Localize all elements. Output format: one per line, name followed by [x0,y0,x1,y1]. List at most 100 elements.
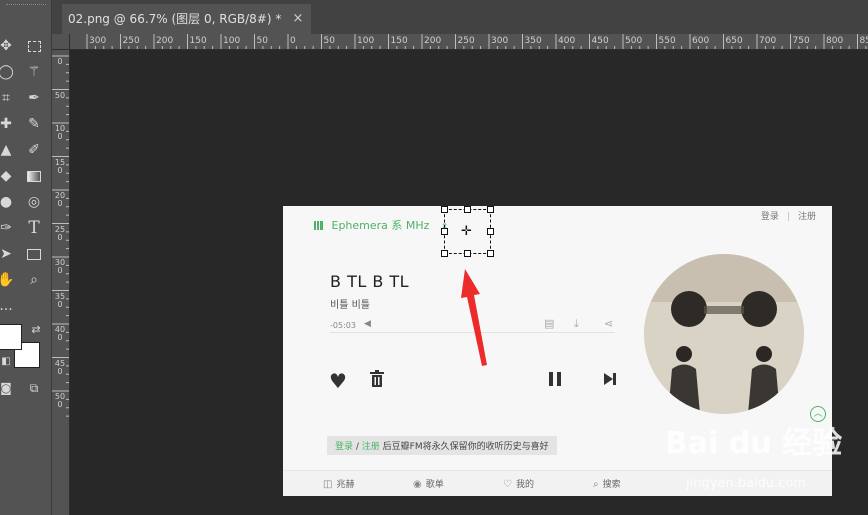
time-remaining: -05:03 [330,321,356,330]
nav-item-channels[interactable]: ◫ 兆赫 [323,477,354,490]
playlist-icon: ◉ [413,479,422,490]
move-tool-icon[interactable]: ✥ [0,36,16,56]
ruler-top-label: 700 [759,36,777,46]
quick-mask-icon[interactable]: ◙ [0,378,16,398]
lyrics-icon[interactable]: ▤ [544,317,554,330]
ruler-left-ticks [52,55,69,417]
document-tab-bar: 02.png @ 66.7% (图层 0, RGB/8#) * × [52,0,868,34]
hint-register-link[interactable]: 注册 [362,442,380,452]
transform-bounding-box[interactable]: ✛ [441,206,494,257]
ruler-top-label: 100 [223,36,241,46]
ruler-left[interactable]: 0 50 100 150 200 250 300 350 400 450 500 [52,50,70,515]
ruler-left-label: 300 [54,258,66,275]
nav-label: 我的 [515,480,534,490]
ruler-top-label: 0 [290,36,296,46]
ruler-top-label: 650 [725,36,743,46]
signal-bars-icon [314,221,323,230]
gradient-tool-icon[interactable] [24,166,44,186]
ruler-top-label: 200 [424,36,442,46]
transform-handle-top-right[interactable] [487,206,494,213]
volume-icon[interactable]: ◀ [364,319,371,329]
search-icon: ⌕ [593,479,599,490]
pen-tool-icon[interactable]: ✑ [0,218,16,238]
hand-tool-icon[interactable]: ✋ [0,270,16,290]
share-icon[interactable]: ⋖ [604,317,613,330]
channel-selector[interactable]: Ephemera 系 MHz ⇳ [314,217,449,233]
default-colors-icon[interactable]: ◧ [0,352,16,372]
annotation-arrow-icon [461,269,487,366]
magic-wand-tool-icon[interactable]: ⚚ [24,62,44,82]
lasso-tool-icon[interactable]: ◯ [0,62,16,82]
healing-brush-tool-icon[interactable]: ✚ [0,114,16,134]
close-icon[interactable]: × [292,4,303,34]
nav-item-mine[interactable]: ♡ 我的 [503,477,534,490]
zoom-tool-icon[interactable]: ⌕ [24,270,44,290]
transform-handle-bottom-left[interactable] [441,250,448,257]
auth-separator: | [786,212,790,222]
history-brush-tool-icon[interactable]: ✐ [24,140,44,160]
ruler-left-label: 200 [54,191,66,208]
rectangle-tool-icon[interactable] [24,244,44,264]
ruler-left-label: 0 [57,57,63,66]
screen-mode-icon[interactable]: ⧉ [24,378,44,398]
nav-item-playlists[interactable]: ◉ 歌单 [413,477,444,490]
ruler-left-label: 450 [54,358,66,376]
auth-links: 登录 | 注册 [761,209,816,222]
album-cover[interactable] [644,254,804,414]
ruler-left-label: 350 [54,291,66,309]
download-icon[interactable]: ⤓ [574,317,579,331]
swap-colors-icon[interactable]: ⇄ [26,320,46,340]
ruler-corner[interactable] [52,34,70,50]
reference-point-icon[interactable]: ✛ [461,225,472,238]
baidu-watermark-logo: Bai du 经验 [665,426,843,461]
transform-handle-left[interactable] [441,228,448,235]
ruler-top-label: 150 [189,36,207,46]
pause-icon[interactable] [546,370,564,392]
clone-stamp-tool-icon[interactable]: ▲ [0,140,16,160]
ruler-top-label: 300 [491,36,509,46]
ruler-top-label: 50 [256,36,268,46]
ruler-left-label: 250 [54,224,66,242]
foreground-color-swatch[interactable] [0,324,22,350]
ruler-left-label: 500 [54,392,66,409]
like-heart-icon[interactable]: ♥ [329,370,347,392]
ruler-top-label: 500 [625,36,643,46]
transform-handle-bottom-right[interactable] [487,250,494,257]
transform-handle-bottom[interactable] [464,250,471,257]
transform-handle-right[interactable] [487,228,494,235]
document-tab-title: 02.png @ 66.7% (图层 0, RGB/8#) * [68,12,282,26]
brush-tool-icon[interactable]: ✎ [24,114,44,134]
transform-handle-top-left[interactable] [441,206,448,213]
eraser-tool-icon[interactable]: ◆ [0,166,16,186]
next-track-icon[interactable] [601,370,619,392]
dodge-tool-icon[interactable]: ◎ [24,192,44,212]
ruler-left-label: 100 [54,124,66,141]
panel-grip[interactable] [6,4,46,8]
more-tools-icon[interactable]: ... [0,296,16,316]
trash-icon[interactable] [369,370,385,394]
nav-label: 兆赫 [336,480,355,490]
ruler-top-label: 350 [524,36,542,46]
blur-tool-icon[interactable]: ● [0,192,16,212]
register-link[interactable]: 注册 [798,212,816,222]
login-link[interactable]: 登录 [761,212,779,222]
marquee-tool-icon[interactable] [24,36,44,56]
nav-item-search[interactable]: ⌕ 搜索 [593,477,621,490]
ruler-top-label: 550 [658,36,676,46]
hint-login-link[interactable]: 登录 [335,442,353,452]
transform-handle-top[interactable] [464,206,471,213]
ruler-top-label: 450 [591,36,609,46]
channel-name: Ephemera 系 MHz [331,219,430,232]
ruler-top-label: 750 [792,36,810,46]
eyedropper-tool-icon[interactable]: ✒ [24,88,44,108]
ruler-top-label: 850 [859,36,868,46]
ruler-top[interactable]: 300 250 200 150 100 50 0 50 100 150 200 250 300 350 40… [70,34,868,50]
document-tab[interactable]: 02.png @ 66.7% (图层 0, RGB/8#) * × [62,4,312,34]
heart-outline-icon: ♡ [503,479,512,490]
crop-tool-icon[interactable]: ⌗ [0,88,16,108]
ruler-top-label: 800 [826,36,844,46]
path-selection-tool-icon[interactable]: ➤ [0,244,16,264]
hint-text: 后豆瓣FM将永久保留你的收听历史与喜好 [379,442,549,452]
tools-panel: ✥ ◯ ⚚ ⌗ ✒ ✚ ✎ ▲ ✐ ◆ ● ◎ ✑ T ➤ ✋ ⌕ ... ⇄ … [0,0,52,515]
type-tool-icon[interactable]: T [24,218,44,238]
